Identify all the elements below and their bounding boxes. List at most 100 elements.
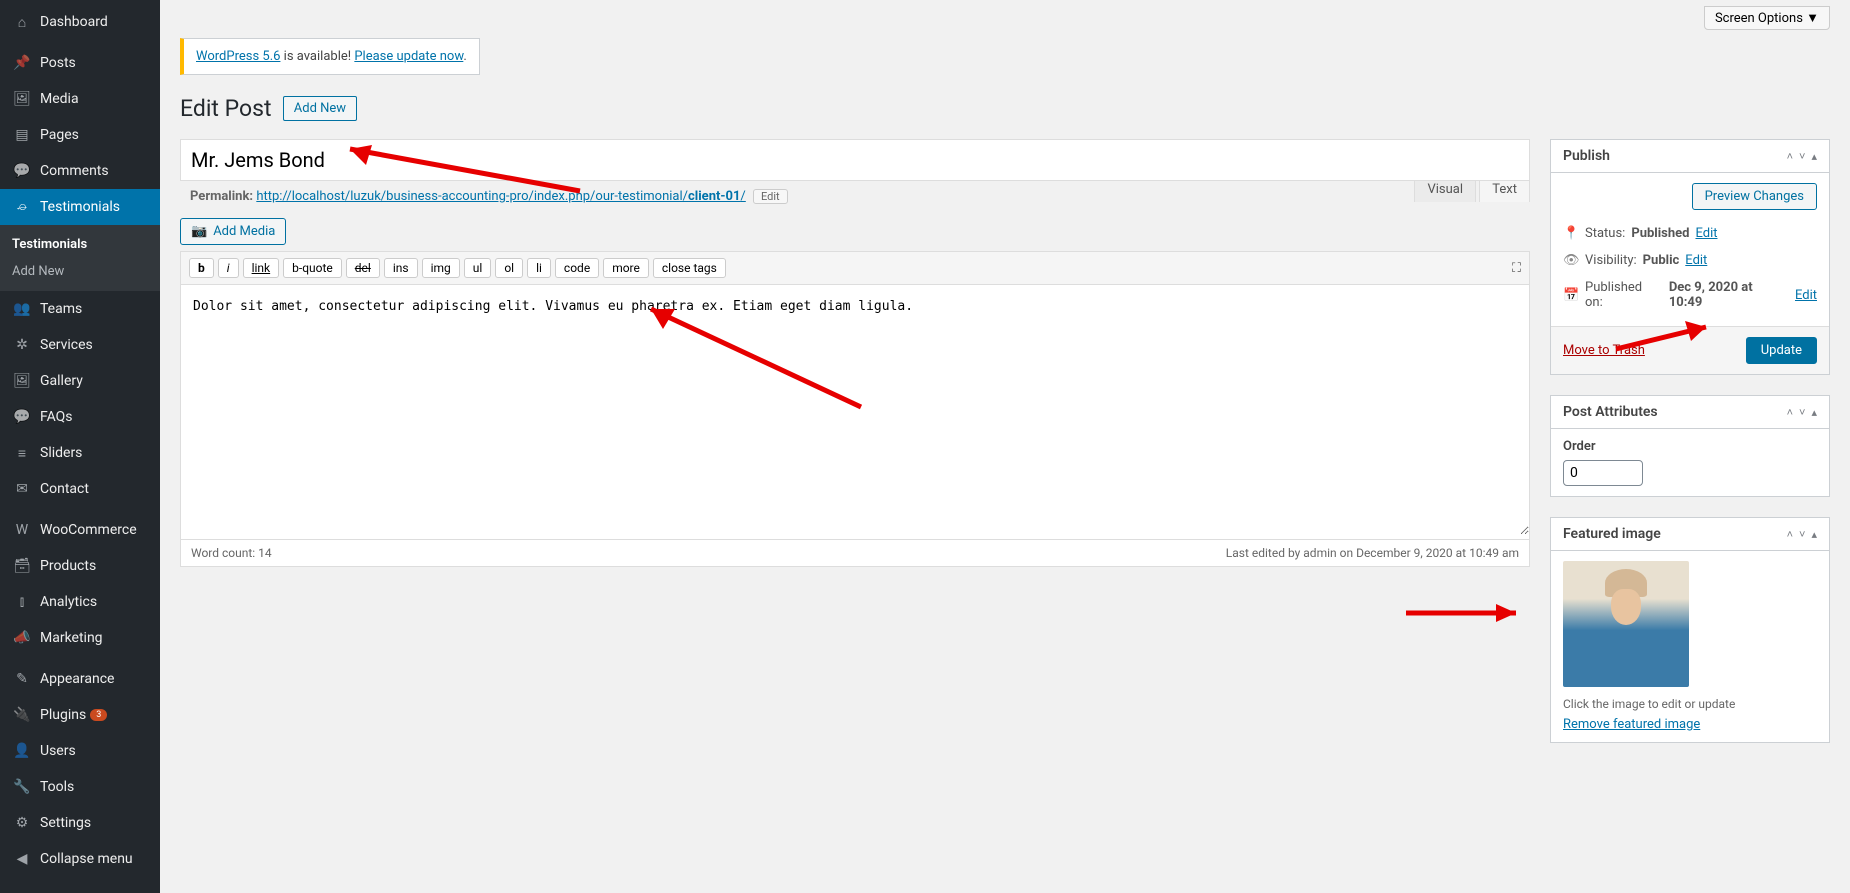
sidebar-item-users[interactable]: 👤Users [0,733,160,769]
sidebar-item-comments[interactable]: 💬Comments [0,153,160,189]
publish-box: Publish ˄ ˅ ▴ Preview Changes 📍 Status: … [1550,139,1830,375]
edit-date-link[interactable]: Edit [1795,288,1817,303]
sidebar-item-collapse-menu[interactable]: ◀Collapse menu [0,841,160,877]
submenu-item-add-new[interactable]: Add New [0,258,160,285]
sidebar-item-tools[interactable]: 🔧Tools [0,769,160,805]
quicktag-ul[interactable]: ul [464,258,492,278]
remove-featured-image-link[interactable]: Remove featured image [1563,717,1700,732]
plugins-icon: 🔌 [12,705,32,725]
published-label: Published on: [1585,280,1663,310]
products-icon: 🗃 [12,556,32,576]
sidebar-item-label: Products [40,558,96,574]
pin-icon: 📍 [1563,226,1579,241]
sidebar-item-label: Dashboard [40,14,108,30]
add-new-button[interactable]: Add New [283,96,357,121]
quicktag-link[interactable]: link [243,258,280,278]
move-to-trash-link[interactable]: Move to Trash [1563,343,1645,358]
quicktag-li[interactable]: li [527,258,551,278]
quicktag-close-tags[interactable]: close tags [653,258,726,278]
quicktag-b[interactable]: b [189,258,214,278]
teams-icon: 👥 [12,299,32,319]
panel-up-icon[interactable]: ˄ [1787,150,1793,163]
sidebar-item-contact[interactable]: ✉Contact [0,471,160,507]
sidebar-item-dashboard[interactable]: ⌂ Dashboard [0,4,160,40]
sidebar-column: Publish ˄ ˅ ▴ Preview Changes 📍 Status: … [1550,139,1830,763]
preview-changes-button[interactable]: Preview Changes [1692,183,1817,210]
edit-slug-button[interactable]: Edit [753,189,788,204]
sidebar-item-settings[interactable]: ⚙Settings [0,805,160,841]
sidebar-item-posts[interactable]: 📌 Posts [0,45,160,81]
sidebar-item-label: Pages [40,127,79,143]
sidebar-item-woocommerce[interactable]: WWooCommerce [0,512,160,548]
post-content-textarea[interactable]: Dolor sit amet, consectetur adipiscing e… [181,285,1529,535]
sidebar-item-label: Posts [40,55,76,71]
post-title-input[interactable] [180,139,1530,181]
panel-down-icon[interactable]: ˅ [1799,528,1805,541]
sidebar-item-products[interactable]: 🗃 Products [0,548,160,584]
sidebar-item-label: Marketing [40,630,103,646]
panel-down-icon[interactable]: ˅ [1799,150,1805,163]
featured-image-thumbnail[interactable] [1563,561,1689,687]
panel-up-icon[interactable]: ˄ [1787,406,1793,419]
sidebar-item-appearance[interactable]: ✎Appearance [0,661,160,697]
appearance-icon: ✎ [12,669,32,689]
testimonials-icon: ⌮ [12,197,32,217]
screen-options-button[interactable]: Screen Options ▼ [1704,6,1830,30]
media-icon: 🖼 [12,89,32,109]
submenu-item-testimonials[interactable]: Testimonials [0,231,160,258]
quicktag-code[interactable]: code [555,258,599,278]
quicktag-ol[interactable]: ol [495,258,523,278]
sidebar-item-faqs[interactable]: 💬FAQs [0,399,160,435]
sidebar-item-plugins[interactable]: 🔌Plugins3 [0,697,160,733]
sidebar-item-label: Tools [40,779,74,795]
admin-sidebar: ⌂Dashboard📌Posts🖼Media▤Pages💬Comments⌮Te… [0,0,160,893]
update-badge: 3 [90,709,107,721]
sidebar-item-analytics[interactable]: ⫾ Analytics [0,584,160,620]
panel-toggle-icon[interactable]: ▴ [1811,150,1817,163]
sidebar-item-label: Settings [40,815,91,831]
sidebar-item-gallery[interactable]: 🖼Gallery [0,363,160,399]
add-media-button[interactable]: 📷 Add Media [180,218,286,245]
edit-visibility-link[interactable]: Edit [1685,253,1707,268]
permalink-url[interactable]: http://localhost/luzuk/business-accounti… [256,189,745,204]
panel-down-icon[interactable]: ˅ [1799,406,1805,419]
woocommerce-icon: W [12,520,32,540]
panel-up-icon[interactable]: ˄ [1787,528,1793,541]
sidebar-item-teams[interactable]: 👥 Teams [0,291,160,327]
sidebar-item-label: Analytics [40,594,97,610]
visibility-label: Visibility: [1585,253,1637,268]
notice-mid-text: is available! [280,49,354,64]
analytics-icon: ⫾ [12,592,32,612]
camera-icon: 📷 [191,224,207,239]
published-value: Dec 9, 2020 at 10:49 [1669,280,1789,310]
sidebar-item-sliders[interactable]: ≡Sliders [0,435,160,471]
sidebar-item-pages[interactable]: ▤Pages [0,117,160,153]
panel-toggle-icon[interactable]: ▴ [1811,528,1817,541]
fullscreen-icon[interactable]: ⛶ [1512,261,1521,276]
sidebar-item-services[interactable]: ✲Services [0,327,160,363]
visibility-row: 👁 Visibility: Public Edit [1563,247,1817,274]
sidebar-item-testimonials[interactable]: ⌮Testimonials [0,189,160,225]
sidebar-item-media[interactable]: 🖼Media [0,81,160,117]
main-content: Screen Options ▼ WordPress 5.6 is availa… [160,0,1850,803]
quicktag-del[interactable]: del [346,258,380,278]
editor-column: Permalink: http://localhost/luzuk/busine… [180,139,1530,763]
update-now-link[interactable]: Please update now [354,49,463,64]
edit-status-link[interactable]: Edit [1695,226,1717,241]
panel-toggle-icon[interactable]: ▴ [1811,406,1817,419]
quicktag-ins[interactable]: ins [384,258,418,278]
quicktag-i[interactable]: i [218,258,239,278]
marketing-icon: 📣 [12,628,32,648]
update-button[interactable]: Update [1746,337,1817,364]
quicktag-img[interactable]: img [422,258,460,278]
sidebar-item-label: Services [40,337,93,353]
order-input[interactable] [1563,460,1643,486]
comments-icon: 💬 [12,161,32,181]
wp-version-link[interactable]: WordPress 5.6 [196,49,280,64]
sidebar-item-marketing[interactable]: 📣 Marketing [0,620,160,656]
sidebar-item-label: Teams [40,301,82,317]
quicktag-b-quote[interactable]: b-quote [283,258,342,278]
quicktag-more[interactable]: more [603,258,649,278]
dashboard-icon: ⌂ [12,12,32,32]
posts-icon: 📌 [12,53,32,73]
